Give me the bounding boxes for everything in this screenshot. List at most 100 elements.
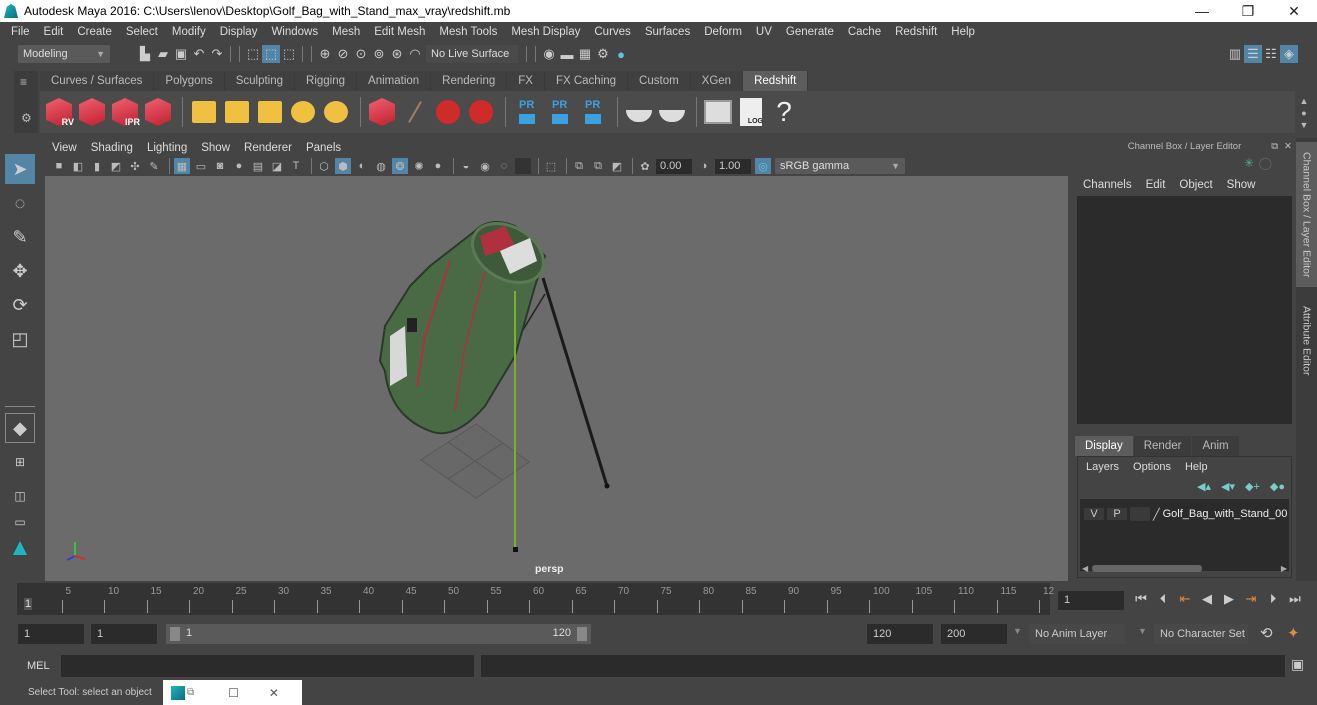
grease-pencil-icon[interactable]: ✎ — [146, 158, 162, 174]
redo-icon[interactable]: ↷ — [208, 45, 226, 63]
range-slider[interactable]: 1 120 — [166, 624, 591, 644]
snap-live-icon[interactable]: ⊛ — [388, 45, 406, 63]
channel-box-area[interactable] — [1077, 196, 1292, 424]
shelf-scroll[interactable]: ▲ ● ▼ — [1297, 95, 1311, 131]
motion-blur-icon[interactable]: ◉ — [477, 158, 493, 174]
layer-color-icon[interactable]: ╱ — [1153, 508, 1160, 521]
step-forward-frame-icon[interactable]: ⏵ — [1262, 591, 1284, 607]
channel-box-menu-object[interactable]: Object — [1179, 179, 1212, 191]
time-slider[interactable]: 1 5 10 15 20 25 30 35 40 45 50 55 60 65 70 75 80 85 90 95 10… — [17, 583, 1054, 615]
step-back-key-icon[interactable]: ⇤ — [1174, 591, 1196, 607]
anim-layer-dropdown[interactable]: No Anim Layer — [1029, 624, 1125, 644]
field-chart-icon[interactable]: ▤ — [250, 158, 266, 174]
restore-icon[interactable]: ⧉ — [187, 687, 194, 698]
layer-menu-options[interactable]: Options — [1133, 461, 1171, 473]
snap-point-icon[interactable]: ⊙ — [352, 45, 370, 63]
menu-generate[interactable]: Generate — [779, 26, 841, 38]
render-view-icon[interactable]: ◉ — [540, 45, 558, 63]
redshift-ipr-icon[interactable]: IPR — [110, 97, 140, 127]
mel-label[interactable]: MEL — [27, 660, 50, 672]
paint-select-tool-icon[interactable]: ✎ — [5, 222, 35, 252]
2d-pan-zoom-icon[interactable]: ✣ — [127, 158, 143, 174]
smooth-shade-icon[interactable]: ⬢ — [335, 158, 351, 174]
go-to-start-icon[interactable]: ⏮ — [1130, 591, 1152, 607]
bookmark-icon[interactable]: ▮ — [89, 158, 105, 174]
menu-file[interactable]: File — [4, 26, 37, 38]
menu-modify[interactable]: Modify — [165, 26, 213, 38]
minimize-button[interactable]: — — [1179, 0, 1225, 22]
move-tool-icon[interactable]: ✥ — [5, 256, 35, 286]
hypershade-icon[interactable]: ● — [612, 45, 630, 63]
character-set-dropdown[interactable]: No Character Set — [1154, 624, 1248, 644]
textured-icon[interactable]: ❂ — [392, 158, 408, 174]
select-hierarchy-icon[interactable]: ⬚ — [244, 45, 262, 63]
menu-edit[interactable]: Edit — [37, 26, 71, 38]
current-frame-field[interactable]: 1 — [1058, 591, 1124, 610]
safe-title-icon[interactable]: T — [288, 158, 304, 174]
redshift-light-icon[interactable] — [189, 97, 219, 127]
four-view-layout-icon[interactable]: ⊞ — [5, 447, 35, 477]
save-scene-icon[interactable]: ▣ — [172, 45, 190, 63]
lasso-tool-icon[interactable]: ◌ — [5, 188, 35, 218]
animation-preferences-icon[interactable]: ✦ — [1287, 624, 1300, 642]
move-layer-down-icon[interactable]: ◀▾ — [1221, 480, 1235, 493]
log-icon[interactable]: LOG — [736, 97, 766, 127]
two-view-layout-icon[interactable]: ◫ — [5, 481, 35, 511]
shelf-tab-polygons[interactable]: Polygons — [154, 71, 225, 91]
help-icon[interactable]: ? — [769, 96, 799, 127]
redshift-sphere-icon[interactable] — [466, 97, 496, 127]
wireframe-on-shaded-icon[interactable]: ◐ — [354, 158, 370, 174]
grid-toggle-icon[interactable]: ▦ — [174, 158, 190, 174]
shelf-tab-sculpting[interactable]: Sculpting — [224, 71, 296, 91]
outliner-layout-icon[interactable]: ▭ — [5, 515, 35, 529]
layer-playback-toggle[interactable]: P — [1107, 508, 1127, 520]
modeling-toolkit-icon[interactable]: ▥ — [1226, 45, 1244, 63]
range-end-handle[interactable] — [577, 627, 587, 641]
menu-mesh[interactable]: Mesh — [325, 26, 367, 38]
menu-select[interactable]: Select — [119, 26, 165, 38]
play-backwards-icon[interactable]: ◀ — [1196, 591, 1218, 607]
panel-menu-show[interactable]: Show — [201, 142, 230, 154]
menu-display[interactable]: Display — [213, 26, 265, 38]
float-panel-icon[interactable]: ⧉ — [1271, 141, 1278, 152]
exposure-field[interactable]: 0.00 — [656, 158, 692, 174]
shelf-tab-fx[interactable]: FX — [507, 71, 545, 91]
channel-box-menu-show[interactable]: Show — [1227, 179, 1256, 191]
menu-create[interactable]: Create — [70, 26, 119, 38]
scroll-right-icon[interactable]: ▶ — [1281, 564, 1287, 573]
xray-active-components-icon[interactable]: ◩ — [609, 158, 625, 174]
attribute-editor-toggle-icon[interactable]: ☰ — [1244, 45, 1262, 63]
layer-visibility-toggle[interactable]: V — [1084, 508, 1104, 520]
open-scene-icon[interactable]: ▰ — [154, 45, 172, 63]
ipr-render-icon[interactable]: ▦ — [576, 45, 594, 63]
select-tool-icon[interactable]: ➤ — [5, 154, 35, 184]
scroll-left-icon[interactable]: ◀ — [1082, 564, 1088, 573]
shelf-tab-custom[interactable]: Custom — [628, 71, 691, 91]
command-input[interactable] — [61, 655, 474, 677]
redshift-sun-sky-icon[interactable] — [321, 97, 351, 127]
single-view-layout-icon[interactable]: ◆ — [5, 413, 35, 443]
redshift-ies-light-icon[interactable] — [255, 97, 285, 127]
redshift-render-settings-icon[interactable] — [143, 97, 173, 127]
select-component-icon[interactable]: ⬚ — [280, 45, 298, 63]
close-panel-icon[interactable]: ✕ — [1284, 141, 1292, 152]
redshift-volume-icon[interactable] — [433, 97, 463, 127]
select-object-icon[interactable]: ⬚ — [262, 45, 280, 63]
film-gate-icon[interactable]: ▭ — [193, 158, 209, 174]
menu-edit-mesh[interactable]: Edit Mesh — [367, 26, 432, 38]
maya-home-icon[interactable]: ▲ — [5, 533, 35, 563]
scale-tool-icon[interactable]: ◰ — [5, 324, 35, 354]
go-to-end-icon[interactable]: ⏭ — [1284, 591, 1306, 607]
menu-uv[interactable]: UV — [749, 26, 779, 38]
close-button[interactable]: ✕ — [1271, 0, 1317, 22]
use-default-material-icon[interactable]: ◍ — [373, 158, 389, 174]
shelf-tab-xgen[interactable]: XGen — [690, 71, 744, 91]
render-current-icon[interactable]: ▬ — [558, 45, 576, 63]
color-management-icon[interactable]: ◎ — [755, 158, 771, 174]
viewport-persp[interactable]: persp — [45, 176, 1068, 581]
exposure-icon[interactable]: ✿ — [637, 158, 653, 174]
snap-grid-icon[interactable]: ⊕ — [316, 45, 334, 63]
anti-aliasing-icon[interactable]: ◌ — [496, 158, 512, 174]
safe-action-icon[interactable]: ◪ — [269, 158, 285, 174]
menu-help[interactable]: Help — [944, 26, 982, 38]
